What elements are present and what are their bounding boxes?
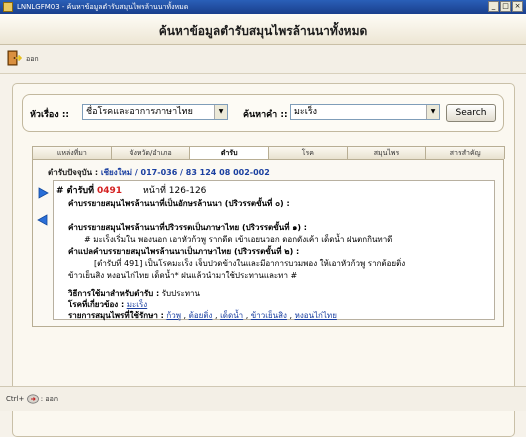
path-label: ตำรับปัจจุบัน : (48, 168, 99, 177)
tab-herb[interactable]: สมุนไพร (346, 146, 427, 159)
usage-label: วิธีการใช้มาสำหรับตำรับ : (68, 289, 160, 298)
chevron-down-icon[interactable]: ▼ (426, 105, 439, 119)
tab-source[interactable]: แหล่งที่มา (32, 146, 112, 159)
record-number: 0491 (96, 186, 122, 196)
herbs-label: รายการสมุนไพรที่ใช้รักษา : (68, 311, 164, 320)
herb-link[interactable]: ต้อยติ่ง (189, 311, 213, 320)
topic-select[interactable]: ชื่อโรคและอาการภาษาไทย ▼ (82, 104, 228, 120)
exit-door-icon[interactable] (6, 50, 22, 66)
keyword-input-value: มะเร็ง (294, 107, 318, 117)
disease-label: โรคที่เกี่ยวข้อง : (68, 300, 125, 309)
exit-icon (26, 394, 39, 404)
path-value: เชียงใหม่ / 017-036 / 83 124 08 002-002 (100, 168, 270, 177)
tab-province[interactable]: จังหวัด/อำเภอ (110, 146, 191, 159)
shortcut-prefix: Ctrl+ (6, 395, 25, 403)
herb-link[interactable]: เด็ดน้ำ (220, 311, 243, 320)
herb-link[interactable]: ก้วพู (166, 311, 181, 320)
herb-link[interactable]: ข้าวเย็นสิง (251, 311, 287, 320)
minimize-button[interactable]: _ (488, 1, 499, 12)
keyword-label: ค้นหาคำ :: (243, 110, 288, 120)
chevron-down-icon[interactable]: ▼ (214, 105, 227, 119)
page-title: ค้นหาข้อมูลตำรับสมุนไพรล้านนาทั้งหมด (158, 24, 368, 38)
herbs-row: รายการสมุนไพรที่ใช้รักษา : ก้วพู , ต้อยต… (68, 311, 337, 320)
window-title: LNNLGFM03 - ค้นหาข้อมูลตำรับสมุนไพรล้านน… (17, 3, 189, 11)
lanna-text-heading: คำบรรยายสมุนไพรล้านนาที่เป็นอักษรล้านนา … (68, 199, 290, 208)
status-bar: Ctrl+ : ออก (0, 386, 526, 411)
search-button[interactable]: Search (446, 104, 496, 122)
tab-disease[interactable]: โรค (268, 146, 348, 159)
usage-value: รับประทาน (161, 289, 201, 298)
shortcut-suffix: : ออก (40, 395, 59, 403)
exit-label[interactable]: ออก (26, 54, 39, 65)
record-number-line: # ตำรับที่ 0491 หน้าที่ 126-126 (56, 183, 206, 197)
tab-bar: แหล่งที่มา จังหวัด/อำเภอ ตำรับ โรค สมุนไ… (32, 146, 506, 160)
next-arrow-icon[interactable] (37, 187, 49, 199)
tab-substance[interactable]: สารสำคัญ (425, 146, 506, 159)
herb-link[interactable]: หงอนไก่ไทย (295, 311, 337, 320)
page-header: ค้นหาข้อมูลตำรับสมุนไพรล้านนาทั้งหมด (0, 14, 526, 45)
topic-select-value: ชื่อโรคและอาการภาษาไทย (86, 107, 193, 117)
app-icon (3, 2, 13, 12)
record-page: หน้าที่ 126-126 (142, 186, 207, 196)
disease-link[interactable]: มะเร็ง (127, 300, 148, 309)
shortcut-hint: Ctrl+ : ออก (6, 394, 58, 405)
topic-label: หัวเรื่อง :: (30, 110, 70, 120)
window-titlebar: LNNLGFM03 - ค้นหาข้อมูลตำรับสมุนไพรล้านน… (0, 0, 526, 14)
close-button[interactable]: × (512, 1, 523, 12)
maximize-button[interactable]: □ (500, 1, 511, 12)
window-controls: _ □ × (488, 1, 523, 12)
record-number-label: # ตำรับที่ (56, 186, 95, 196)
thai-step2-text-2: ข้าวเย็นสิง หงอนไก่ไทย เด็ดน้ำ* ฝนแล้วนำ… (68, 271, 298, 280)
tab-recipe[interactable]: ตำรับ (189, 146, 270, 160)
toolbar: ออก (0, 45, 526, 74)
keyword-combobox[interactable]: มะเร็ง ▼ (290, 104, 440, 120)
current-record-path: ตำรับปัจจุบัน : เชียงใหม่ / 017-036 / 83… (48, 166, 270, 179)
record-detail: # ตำรับที่ 0491 หน้าที่ 126-126 คำบรรยาย… (53, 180, 495, 320)
previous-arrow-icon[interactable] (37, 214, 49, 226)
